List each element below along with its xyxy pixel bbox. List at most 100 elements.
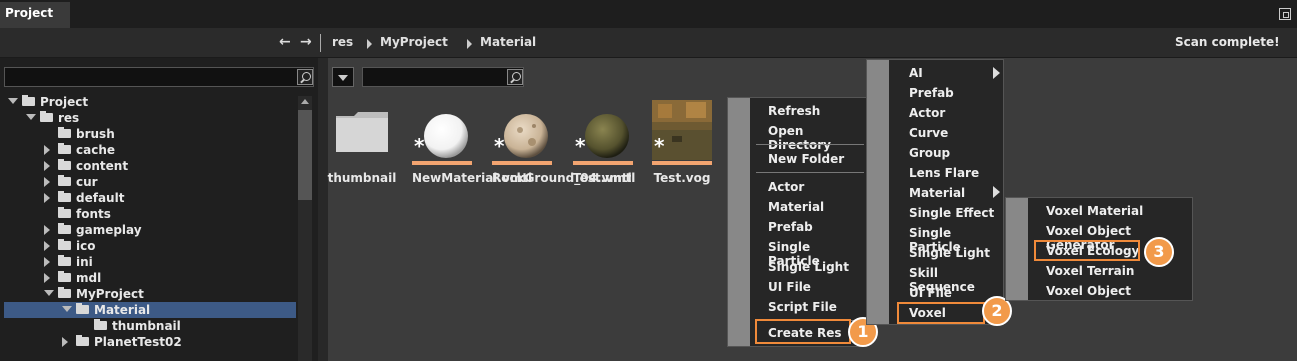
menu-item-curve[interactable]: Curve bbox=[909, 126, 948, 140]
tree-label: ini bbox=[76, 255, 93, 269]
tree-row[interactable]: gameplay bbox=[4, 222, 296, 238]
folder-icon bbox=[58, 127, 71, 138]
filter-dropdown-button[interactable] bbox=[332, 67, 354, 87]
folder-icon bbox=[76, 335, 89, 346]
menu-icon-strip bbox=[867, 60, 889, 324]
menu-item-actor[interactable]: Actor bbox=[909, 106, 945, 120]
expand-arrow-icon[interactable] bbox=[44, 257, 50, 267]
folder-icon bbox=[58, 175, 71, 186]
tree-row[interactable]: brush bbox=[4, 126, 296, 142]
tree-label: res bbox=[58, 111, 80, 125]
search-icon[interactable] bbox=[507, 69, 523, 85]
breadcrumb-separator-icon[interactable] bbox=[367, 39, 372, 49]
pin-icon[interactable] bbox=[1279, 8, 1291, 20]
folder-icon bbox=[76, 303, 89, 314]
collapse-arrow-icon[interactable] bbox=[8, 98, 18, 104]
tree-row[interactable]: res bbox=[4, 110, 296, 126]
tree-row[interactable]: fonts bbox=[4, 206, 296, 222]
expand-arrow-icon[interactable] bbox=[44, 161, 50, 171]
tree-label: fonts bbox=[76, 207, 111, 221]
back-arrow-icon[interactable]: ← bbox=[279, 34, 291, 50]
menu-item-single-light[interactable]: Single Light bbox=[768, 260, 849, 274]
menu-icon-strip bbox=[728, 98, 750, 346]
expand-arrow-icon[interactable] bbox=[44, 177, 50, 187]
folder-tree: Project res brush cache content cur default fon… bbox=[4, 94, 296, 361]
forward-arrow-icon[interactable]: → bbox=[300, 34, 312, 50]
tree-row[interactable]: Material bbox=[4, 302, 296, 318]
expand-arrow-icon[interactable] bbox=[44, 193, 50, 203]
menu-item-single-effect[interactable]: Single Effect bbox=[909, 206, 994, 220]
unsaved-star-icon: * bbox=[414, 134, 425, 158]
menu-item-single-light[interactable]: Single Light bbox=[909, 246, 990, 260]
tree-scrollbar-thumb[interactable] bbox=[298, 110, 312, 200]
collapse-arrow-icon[interactable] bbox=[44, 290, 54, 296]
tree-label: Material bbox=[94, 303, 151, 317]
expand-arrow-icon[interactable] bbox=[44, 273, 50, 283]
folder-icon bbox=[58, 159, 71, 170]
tree-label: MyProject bbox=[76, 287, 144, 301]
menu-item-lens-flare[interactable]: Lens Flare bbox=[909, 166, 979, 180]
menu-item-prefab[interactable]: Prefab bbox=[909, 86, 954, 100]
tree-row[interactable]: ico bbox=[4, 238, 296, 254]
menu-item-actor[interactable]: Actor bbox=[768, 180, 804, 194]
menu-item-group[interactable]: Group bbox=[909, 146, 950, 160]
tree-label: cache bbox=[76, 143, 116, 157]
menu-item-ui-file[interactable]: UI File bbox=[768, 280, 811, 294]
tree-row[interactable]: Project bbox=[4, 94, 296, 110]
asset-search-input[interactable] bbox=[362, 67, 524, 87]
menu-item-refresh[interactable]: Refresh bbox=[768, 104, 820, 118]
folder-icon bbox=[58, 223, 71, 234]
menu-item-new-folder[interactable]: New Folder bbox=[768, 152, 844, 166]
create-res-submenu: AI Prefab Actor Curve Group Lens Flare M… bbox=[866, 59, 1004, 325]
project-tab[interactable]: Project bbox=[0, 2, 70, 28]
submenu-arrow-icon bbox=[993, 186, 1000, 198]
menu-item-ai[interactable]: AI bbox=[909, 66, 923, 80]
tree-label: content bbox=[76, 159, 129, 173]
tree-row[interactable]: default bbox=[4, 190, 296, 206]
highlight-voxel-ecology bbox=[1034, 240, 1140, 261]
tree-row[interactable]: cache bbox=[4, 142, 296, 158]
breadcrumb-separator-icon[interactable] bbox=[467, 39, 472, 49]
expand-arrow-icon[interactable] bbox=[44, 145, 50, 155]
menu-item-script-file[interactable]: Script File bbox=[768, 300, 837, 314]
tree-row[interactable]: MyProject bbox=[4, 286, 296, 302]
folder-icon bbox=[58, 191, 71, 202]
tree-label: cur bbox=[76, 175, 98, 189]
tree-row[interactable]: mdl bbox=[4, 270, 296, 286]
tree-row[interactable]: ini bbox=[4, 254, 296, 270]
menu-item-material[interactable]: Material bbox=[909, 186, 965, 200]
highlight-create-res bbox=[755, 319, 851, 344]
menu-item-voxel-material[interactable]: Voxel Material bbox=[1046, 204, 1143, 218]
menu-item-material[interactable]: Material bbox=[768, 200, 824, 214]
tree-row[interactable]: PlanetTest02 bbox=[4, 334, 296, 350]
tree-row[interactable]: content bbox=[4, 158, 296, 174]
collapse-arrow-icon[interactable] bbox=[26, 114, 36, 120]
folder-icon bbox=[58, 271, 71, 282]
breadcrumb-res[interactable]: res bbox=[332, 35, 353, 49]
panel-splitter[interactable] bbox=[320, 58, 328, 361]
tree-row[interactable]: thumbnail bbox=[4, 318, 296, 334]
menu-item-voxel-terrain[interactable]: Voxel Terrain bbox=[1046, 264, 1134, 278]
scroll-up-icon[interactable] bbox=[301, 99, 309, 104]
unsaved-star-icon: * bbox=[654, 134, 665, 158]
tree-search-input[interactable] bbox=[4, 67, 314, 87]
expand-arrow-icon[interactable] bbox=[62, 337, 68, 347]
menu-item-voxel-object[interactable]: Voxel Object bbox=[1046, 284, 1131, 298]
expand-arrow-icon[interactable] bbox=[44, 241, 50, 251]
tree-row[interactable]: cur bbox=[4, 174, 296, 190]
menu-item-ui-file[interactable]: UI File bbox=[909, 286, 952, 300]
folder-icon bbox=[58, 287, 71, 298]
asset-type-bar bbox=[573, 161, 633, 165]
asset-type-bar bbox=[492, 161, 552, 165]
breadcrumb-material[interactable]: Material bbox=[480, 35, 536, 49]
scan-status: Scan complete! bbox=[1175, 35, 1280, 49]
collapse-arrow-icon[interactable] bbox=[62, 306, 72, 312]
expand-arrow-icon[interactable] bbox=[44, 225, 50, 235]
highlight-voxel bbox=[897, 302, 985, 324]
breadcrumb-myproject[interactable]: MyProject bbox=[380, 35, 448, 49]
folder-icon bbox=[58, 255, 71, 266]
search-icon[interactable] bbox=[297, 69, 313, 85]
submenu-arrow-icon bbox=[993, 67, 1000, 79]
menu-item-prefab[interactable]: Prefab bbox=[768, 220, 813, 234]
menu-item-open-directory[interactable]: Open Directory bbox=[768, 124, 866, 152]
